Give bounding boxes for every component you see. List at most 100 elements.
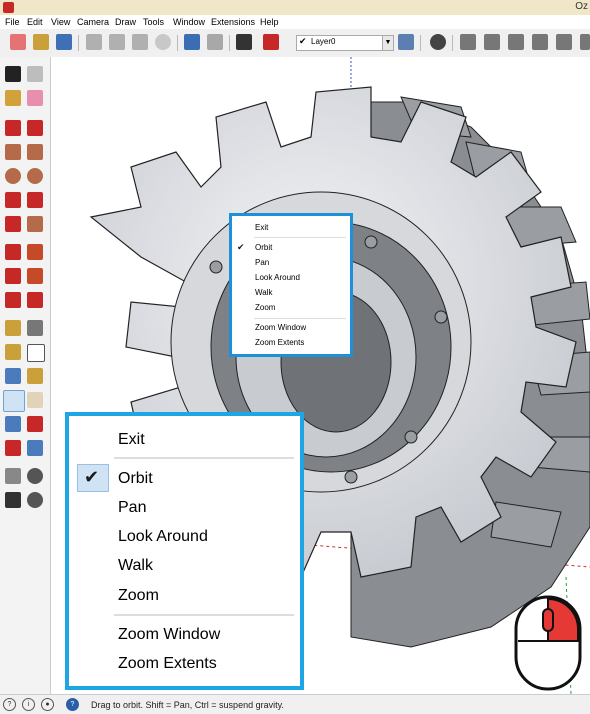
look-around-icon[interactable] [27,468,43,484]
mouse-right-button-icon [514,595,582,691]
menu-item-zoom-window[interactable]: Zoom Window [255,323,306,332]
save-icon[interactable] [56,34,72,50]
rotated-rectangle-icon[interactable] [27,144,43,160]
rotate-icon[interactable] [5,268,21,284]
menu-item-zoom-window[interactable]: Zoom Window [118,626,220,644]
iso-view-icon[interactable] [460,34,476,50]
menu-divider [254,318,346,319]
text-icon[interactable] [27,344,45,362]
menu-help[interactable]: Help [260,17,279,27]
geo-location-icon[interactable]: ? [3,698,16,711]
menu-item-exit[interactable]: Exit [118,431,145,449]
menu-item-orbit[interactable]: Orbit [118,470,153,488]
open-icon[interactable] [33,34,49,50]
walk-icon[interactable] [5,492,21,508]
position-camera-icon[interactable] [5,468,21,484]
user-icon[interactable]: ● [41,698,54,711]
menu-item-look-around[interactable]: Look Around [118,528,208,546]
layer-manager-icon[interactable] [398,34,414,50]
rectangle-icon[interactable] [5,144,21,160]
menu-item-walk[interactable]: Walk [255,288,272,297]
credits-icon[interactable]: i [22,698,35,711]
menu-item-exit[interactable]: Exit [255,223,268,232]
layer-name: Layer0 [311,37,336,46]
component-icon[interactable] [27,66,43,82]
menu-window[interactable]: Window [173,17,205,27]
right-view-icon[interactable] [532,34,548,50]
undo-icon[interactable] [184,34,200,50]
two-point-arc-icon[interactable] [27,192,43,208]
front-view-icon[interactable] [508,34,524,50]
menu-item-pan[interactable]: Pan [255,258,269,267]
back-view-icon[interactable] [556,34,572,50]
select-icon[interactable] [5,66,21,82]
instructor-icon[interactable]: ? [66,698,79,711]
menu-view[interactable]: View [51,17,70,27]
left-view-icon[interactable] [580,34,590,50]
menu-item-walk[interactable]: Walk [118,557,153,575]
dimension-icon[interactable] [27,320,43,336]
menu-draw[interactable]: Draw [115,17,136,27]
menu-edit[interactable]: Edit [27,17,43,27]
zoom-extents-icon[interactable] [5,440,21,456]
circle-icon[interactable] [5,168,21,184]
compass-icon[interactable] [430,34,446,50]
menu-divider [114,457,294,459]
toolbar-divider [420,35,421,51]
menu-item-zoom[interactable]: Zoom [118,587,159,605]
menu-extensions[interactable]: Extensions [211,17,255,27]
model-info-icon[interactable] [263,34,279,50]
freehand-icon[interactable] [27,120,43,136]
print-icon[interactable] [236,34,252,50]
menu-item-zoom[interactable]: Zoom [255,303,275,312]
scale-icon[interactable] [5,292,21,308]
redo-icon[interactable] [207,34,223,50]
arc-icon[interactable] [5,192,21,208]
menu-item-orbit[interactable]: Orbit [255,243,272,252]
status-message: Drag to orbit. Shift = Pan, Ctrl = suspe… [91,700,284,710]
3d-text-icon[interactable] [27,368,43,384]
polygon-icon[interactable] [27,168,43,184]
chevron-down-icon[interactable]: ▼ [382,36,393,50]
menu-item-look-around[interactable]: Look Around [255,273,300,282]
zoom-window-icon[interactable] [27,416,43,432]
axes-icon[interactable] [5,368,21,384]
bolt-hole [209,260,223,274]
follow-me-icon[interactable] [27,268,43,284]
check-icon: ✔ [84,467,100,487]
menu-item-zoom-extents[interactable]: Zoom Extents [255,338,304,347]
main-toolbar: ✔ Layer0 ▼ [0,29,590,58]
paint-bucket-icon[interactable] [5,90,21,106]
paste-icon[interactable] [132,34,148,50]
menu-camera[interactable]: Camera [77,17,109,27]
new-icon[interactable] [10,34,26,50]
eraser-icon[interactable] [27,90,43,106]
offset-icon[interactable] [27,292,43,308]
menu-file[interactable]: File [5,17,20,27]
check-icon: ✔ [299,36,307,46]
status-bar: ? i ● ? Drag to orbit. Shift = Pan, Ctrl… [0,694,590,714]
protractor-icon[interactable] [5,344,21,360]
top-view-icon[interactable] [484,34,500,50]
menu-item-zoom-extents[interactable]: Zoom Extents [118,655,217,673]
menu-item-pan[interactable]: Pan [118,499,146,517]
copy-icon[interactable] [109,34,125,50]
pan-icon[interactable] [27,392,43,408]
zoom-icon[interactable] [5,416,21,432]
line-icon[interactable] [5,120,21,136]
cut-icon[interactable] [86,34,102,50]
erase-icon[interactable] [155,34,171,50]
toolbar-divider [452,35,453,51]
tape-measure-icon[interactable] [5,320,21,336]
bolt-hole [364,235,378,249]
left-toolbar [0,57,51,694]
three-point-arc-icon[interactable] [5,216,21,232]
previous-view-icon[interactable] [27,440,43,456]
move-icon[interactable] [5,244,21,260]
push-pull-icon[interactable] [27,244,43,260]
menu-tools[interactable]: Tools [143,17,164,27]
pie-icon[interactable] [27,216,43,232]
layer-select[interactable]: ✔ Layer0 ▼ [296,35,394,51]
section-plane-icon[interactable] [27,492,43,508]
orbit-icon[interactable] [3,390,25,412]
